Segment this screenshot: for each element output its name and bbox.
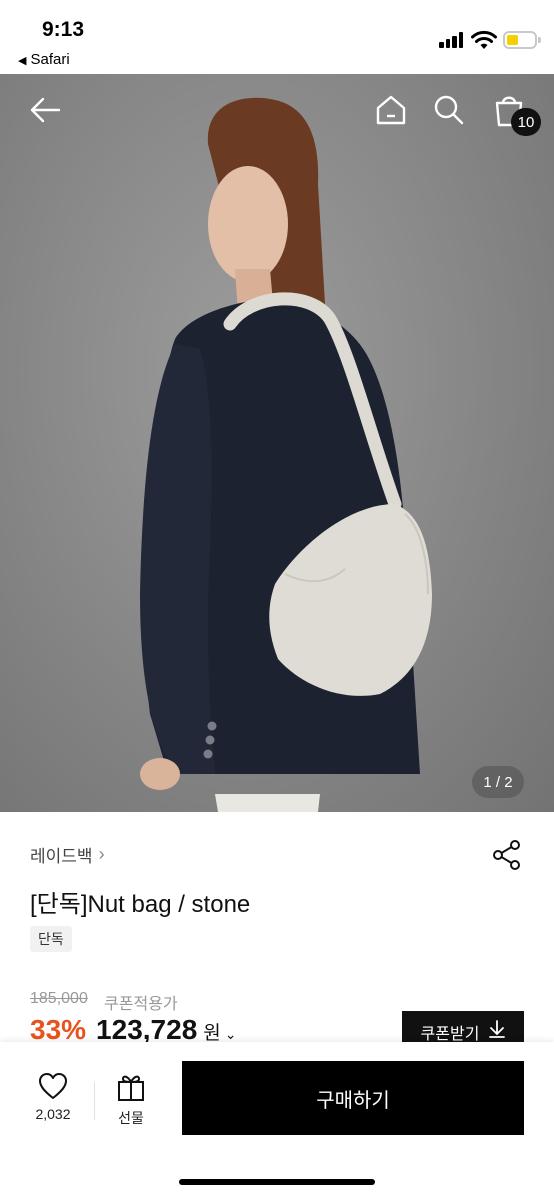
chevron-down-icon: ⌄	[224, 1026, 237, 1042]
gallery-page-indicator: 1 / 2	[472, 766, 524, 798]
product-image-gallery[interactable]: 1 / 2	[0, 74, 554, 812]
brand-name: 레이드백	[30, 847, 93, 866]
download-arrow-icon	[489, 1020, 506, 1038]
wifi-icon	[471, 30, 497, 49]
exclusive-tag: 단독	[30, 926, 72, 952]
status-bar: 9:13 ◀ Safari	[0, 0, 554, 74]
gift-icon	[118, 1075, 144, 1101]
home-icon	[376, 95, 406, 125]
price-row[interactable]: 33% 123,728 원 ⌄	[30, 1014, 236, 1042]
battery-icon	[503, 31, 541, 49]
cellular-signal-icon	[439, 32, 465, 48]
heart-icon	[39, 1073, 67, 1099]
back-to-app-link[interactable]: ◀ Safari	[18, 51, 70, 68]
home-button[interactable]	[369, 88, 413, 132]
gift-button[interactable]: 선물	[106, 1072, 156, 1132]
buy-button[interactable]: 구매하기	[182, 1061, 524, 1135]
sale-price: 123,728	[96, 1014, 198, 1042]
arrow-left-icon	[30, 97, 61, 123]
back-triangle-icon: ◀	[18, 55, 27, 67]
coupon-price-note: 쿠폰적용가	[104, 996, 178, 1013]
get-coupon-label: 쿠폰받기	[420, 1026, 480, 1042]
discount-rate: 33%	[30, 1014, 87, 1042]
share-icon	[493, 840, 520, 870]
bottom-action-bar: 2,032 선물 구매하기	[0, 1042, 554, 1200]
original-price: 185,000	[30, 990, 88, 1007]
divider	[94, 1082, 95, 1120]
like-count: 2,032	[35, 1106, 71, 1122]
brand-link[interactable]: 레이드백 ›	[30, 842, 105, 867]
product-photo	[140, 97, 432, 812]
back-button[interactable]	[23, 88, 67, 132]
cart-count-badge: 10	[511, 108, 541, 136]
status-time: 9:13	[42, 18, 85, 41]
back-app-label: Safari	[30, 51, 70, 68]
currency-label: 원	[203, 1023, 221, 1042]
chevron-right-icon: ›	[98, 844, 105, 864]
search-button[interactable]	[427, 88, 471, 132]
home-indicator	[179, 1179, 375, 1185]
like-button[interactable]: 2,032	[24, 1072, 82, 1132]
gift-label: 선물	[118, 1110, 144, 1126]
search-icon	[434, 95, 464, 125]
get-coupon-button[interactable]: 쿠폰받기	[402, 1011, 524, 1042]
product-title: [단독]Nut bag / stone	[30, 891, 251, 918]
share-button[interactable]	[490, 838, 524, 872]
